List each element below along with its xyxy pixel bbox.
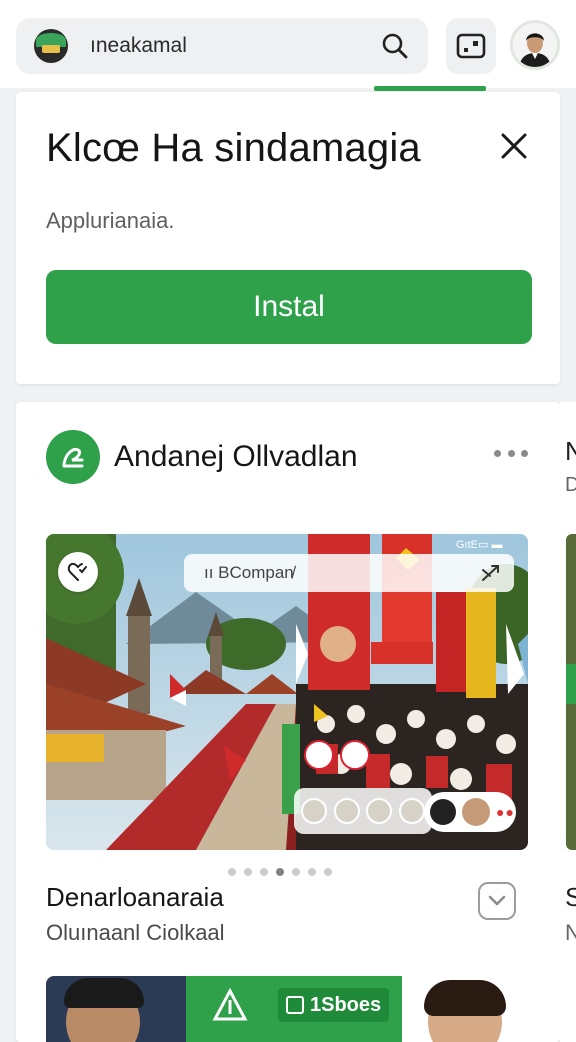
cast-button[interactable] — [446, 18, 496, 74]
reaction-row[interactable] — [304, 740, 370, 770]
cast-icon — [456, 33, 486, 59]
share-icon[interactable] — [480, 562, 502, 584]
install-card: Klcœ Ha sindamagia Applurianaia. Instal — [16, 92, 560, 384]
avatar-image — [513, 23, 557, 67]
promo-portrait-right — [402, 976, 528, 1042]
promo-center: 1Sboes — [186, 976, 402, 1042]
carousel-dot[interactable] — [308, 868, 316, 876]
hero-status-text: GıtE▭ ▬ — [456, 539, 503, 551]
user-avatar[interactable] — [510, 20, 560, 70]
app-logo-icon — [34, 29, 68, 63]
feed-card[interactable]: Andanej Ollvadlan ıı BCompan̸ GıtE▭ ▬ ●●… — [16, 402, 560, 1042]
channel-name: Andanej Ollvadlan — [114, 440, 358, 473]
live-dots-icon: ●● — [496, 804, 515, 820]
promo-score: 1Sboes — [278, 988, 390, 1022]
channel-header[interactable]: Andanej Ollvadlan — [46, 430, 358, 484]
install-card-subtitle: Applurianaia. — [46, 208, 175, 233]
search-icon[interactable] — [380, 31, 410, 61]
peek-image — [566, 534, 576, 850]
chevron-down-icon — [488, 895, 506, 906]
install-button[interactable]: Instal — [46, 270, 532, 344]
item-subtitle: Oluınaanl Ciolkaal — [46, 920, 225, 945]
carousel-dot[interactable] — [292, 868, 300, 876]
favorite-button[interactable] — [58, 552, 98, 592]
peek-line-2: D — [565, 474, 576, 496]
promo-portrait-left — [46, 976, 186, 1042]
peek-line-3: S — [565, 882, 576, 912]
close-button[interactable] — [496, 128, 532, 164]
reaction-avatars[interactable] — [294, 788, 432, 834]
carousel-dot[interactable] — [228, 868, 236, 876]
carousel-dot[interactable] — [276, 868, 284, 876]
install-card-title: Klcœ Ha sindamagia — [46, 126, 421, 170]
active-tab-indicator — [374, 86, 486, 91]
viewer-avatar — [462, 798, 490, 826]
top-app-bar: ıneakamal — [0, 0, 576, 91]
hero-chip-text: ıı BCompan̸ — [204, 563, 294, 582]
peek-line-1: N — [565, 436, 576, 466]
search-query[interactable]: ıneakamal — [90, 34, 380, 58]
next-card-peek[interactable]: N D S N — [560, 402, 576, 1042]
live-viewers-pill[interactable]: ●● — [424, 792, 516, 832]
carousel-dot[interactable] — [244, 868, 252, 876]
camera-icon — [430, 799, 456, 825]
carousel-dots[interactable] — [228, 868, 332, 876]
promo-banner[interactable]: 1Sboes — [46, 976, 528, 1042]
carousel-dot[interactable] — [324, 868, 332, 876]
close-icon — [501, 133, 527, 159]
item-title[interactable]: Denarloanaraia — [46, 882, 224, 913]
hero-search-chip[interactable]: ıı BCompan̸ — [184, 554, 514, 592]
channel-logo-icon — [46, 430, 100, 484]
promo-score-text: 1Sboes — [310, 993, 382, 1016]
more-icon[interactable] — [494, 446, 528, 460]
heart-check-icon — [67, 562, 87, 581]
arrow-up-icon — [212, 988, 248, 1021]
hero-image[interactable]: ıı BCompan̸ GıtE▭ ▬ ●● — [46, 534, 528, 850]
carousel-dot[interactable] — [260, 868, 268, 876]
peek-line-4: N — [565, 920, 576, 945]
search-bar[interactable]: ıneakamal — [16, 18, 428, 74]
badge-icon — [286, 996, 304, 1014]
download-button[interactable] — [478, 882, 516, 920]
